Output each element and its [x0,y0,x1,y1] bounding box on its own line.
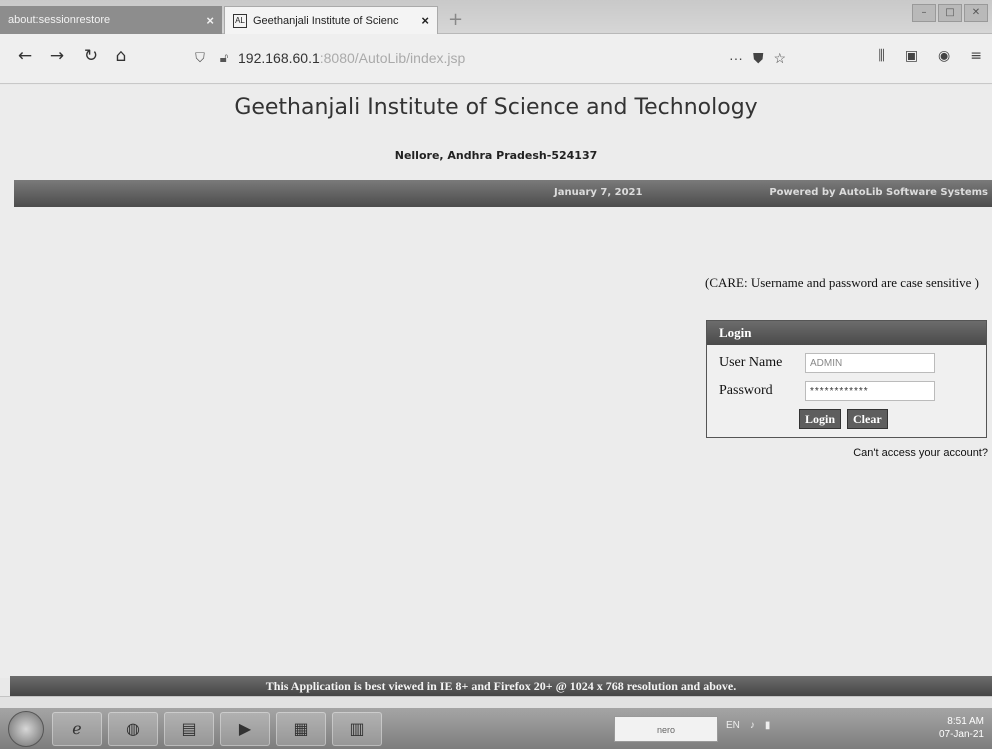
case-sensitive-note: (CARE: Username and password are case se… [705,275,979,290]
clear-button[interactable]: Clear [847,409,888,429]
browser-tab-bar: about:sessionrestore × AL Geethanjali In… [0,0,992,34]
password-label: Password [719,383,773,398]
library-icon[interactable]: ⫼ [878,48,884,64]
start-button[interactable] [8,711,44,747]
login-panel: Login User Name Password Login Clear [706,320,987,438]
close-icon[interactable]: × [421,13,429,28]
app-window-icon[interactable]: ▦ [276,712,326,746]
password-row: Password [719,381,935,401]
clock-time: 8:51 AM [947,716,984,727]
horizontal-scrollbar[interactable] [0,696,992,708]
login-actions: Login Clear [799,409,888,429]
home-icon[interactable]: ⌂ [110,46,132,66]
page-actions-icon[interactable]: ··· [729,50,743,67]
back-arrow-icon[interactable]: ← [14,46,36,66]
username-label: User Name [719,355,783,370]
bookmark-star-icon[interactable]: ☆ [773,50,786,67]
forward-arrow-icon[interactable]: → [46,46,68,66]
cant-access-link[interactable]: Can't access your account? [853,447,988,459]
sidebar-icon[interactable]: ▣ [905,48,918,64]
username-input[interactable] [805,353,935,373]
media-player-icon[interactable]: ▶ [220,712,270,746]
browser-nav-bar: ← → ↻ ⌂ ⛉ 🔓︎ 192.168.60.1 :8080/AutoLib/… [0,34,992,84]
tab-geethanjali[interactable]: AL Geethanjali Institute of Scienc × [224,6,438,34]
system-clock[interactable]: 8:51 AM 07-Jan-21 [939,715,984,741]
account-icon[interactable]: ◉ [938,48,950,64]
document-icon[interactable]: ▥ [332,712,382,746]
shield-icon[interactable]: ⛉ [190,50,210,66]
url-path: :8080/AutoLib/index.jsp [319,50,466,66]
powered-by-text: Powered by AutoLib Software Systems [769,187,988,198]
tab-title: Geethanjali Institute of Scienc [253,14,399,27]
minimize-icon[interactable]: – [912,4,936,22]
pocket-icon[interactable]: ⛊ [753,50,764,67]
internet-explorer-icon[interactable]: ℯ [52,712,102,746]
system-tray: EN ♪ ▮ [726,720,770,731]
menu-icon[interactable]: ≡ [970,48,982,64]
window-close-icon[interactable]: ✕ [964,4,988,22]
nero-toolbar[interactable]: nero [614,716,718,742]
maximize-icon[interactable]: □ [938,4,962,22]
resolution-notice: This Application is best viewed in IE 8+… [10,676,992,696]
url-host: 192.168.60.1 [238,50,320,66]
tray-language[interactable]: EN [726,720,740,731]
page-favicon-icon: AL [233,13,247,28]
login-heading: Login [707,321,986,345]
close-icon[interactable]: × [206,13,214,28]
page-content: Geethanjali Institute of Science and Tec… [0,85,992,696]
volume-icon[interactable]: ♪ [750,720,755,731]
address-bar[interactable]: ⛉ 🔓︎ 192.168.60.1 :8080/AutoLib/index.js… [190,44,790,72]
window-controls: – □ ✕ [912,4,988,22]
toolbar-right: ⫼ ▣ ◉ ≡ [878,48,982,64]
page-subtitle: Nellore, Andhra Pradesh-524137 [394,149,598,162]
network-icon[interactable]: ▮ [765,720,771,731]
page-title: Geethanjali Institute of Science and Tec… [234,95,758,120]
insecure-lock-icon[interactable]: 🔓︎ [214,50,234,66]
clock-date: 07-Jan-21 [938,729,984,740]
banner-date: January 7, 2021 [554,187,643,198]
tab-title: about:sessionrestore [8,14,111,26]
tab-session-restore[interactable]: about:sessionrestore × [0,6,222,34]
file-explorer-icon[interactable]: ▤ [164,712,214,746]
header-banner: January 7, 2021 Powered by AutoLib Softw… [14,180,992,207]
password-input[interactable] [805,381,935,401]
new-tab-button[interactable]: + [448,9,463,30]
reload-icon[interactable]: ↻ [80,46,102,66]
login-button[interactable]: Login [799,409,842,429]
firefox-icon[interactable]: ◍ [108,712,158,746]
os-taskbar: ℯ ◍ ▤ ▶ ▦ ▥ nero EN ♪ ▮ 8:51 AM 07-Jan-2… [0,708,992,749]
username-row: User Name [719,353,935,373]
